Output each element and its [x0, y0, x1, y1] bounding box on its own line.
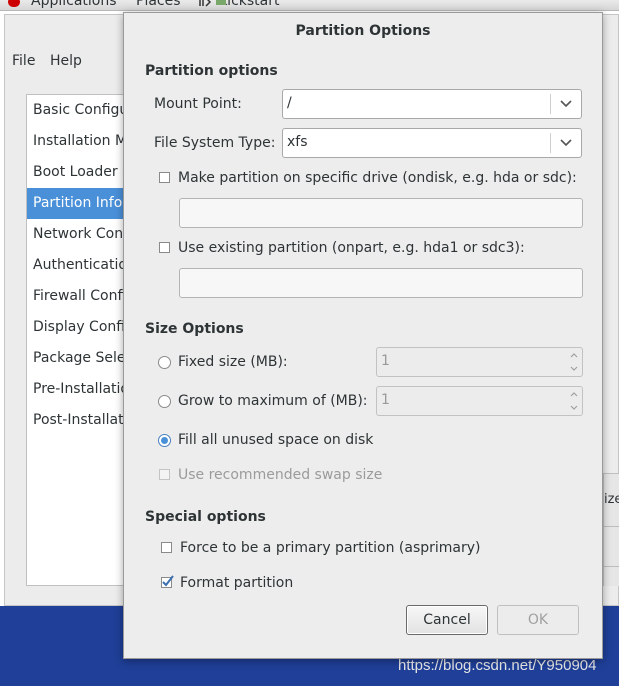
sidebar-item-installation-method[interactable]: Installation Method: [27, 126, 135, 157]
cancel-button[interactable]: Cancel: [406, 605, 488, 635]
recommended-swap-label: Use recommended swap size: [178, 467, 383, 483]
checkmark-icon: [162, 575, 174, 587]
fixed-size-spinner[interactable]: 1: [376, 347, 583, 377]
grow-max-radio[interactable]: [158, 395, 171, 408]
watermark: https://blog.csdn.net/Y950904: [398, 657, 597, 674]
sidebar-item-partition-information[interactable]: Partition Information: [27, 188, 135, 219]
chevron-down-icon[interactable]: [551, 90, 581, 118]
sidebar-list: Basic Configuration Installation Method …: [26, 94, 136, 586]
applications-menu[interactable]: Applications: [31, 0, 117, 9]
partition-options-heading: Partition options: [145, 63, 278, 79]
file-system-type-label: File System Type:: [154, 135, 276, 151]
sidebar-item-basic-configuration[interactable]: Basic Configuration: [27, 95, 135, 126]
ok-button[interactable]: OK: [497, 605, 579, 635]
fill-all-radio[interactable]: [158, 434, 171, 447]
sidebar-item-network-configuration[interactable]: Network Configuration: [27, 219, 135, 250]
recommended-swap-checkbox[interactable]: [159, 469, 170, 480]
grow-max-spinner[interactable]: 1: [376, 386, 583, 416]
sidebar-item-package-selection[interactable]: Package Selection: [27, 343, 135, 374]
special-options-heading: Special options: [145, 509, 266, 525]
places-menu[interactable]: Places: [136, 0, 181, 9]
top-panel: Applications Places Kickstart: [0, 0, 619, 11]
file-system-type-value[interactable]: xfs: [287, 134, 308, 150]
spin-down-icon[interactable]: [569, 364, 578, 373]
divider: [604, 566, 619, 567]
file-menu[interactable]: File: [12, 53, 35, 69]
format-partition-label: Format partition: [180, 575, 294, 591]
partition-table-edge: ize: [603, 473, 619, 586]
sidebar-item-firewall-configuration[interactable]: Firewall Configuration: [27, 281, 135, 312]
file-system-type-combo[interactable]: xfs: [282, 128, 582, 158]
format-partition-checkbox[interactable]: [161, 575, 174, 588]
size-column-header: ize: [604, 492, 619, 507]
mount-point-label: Mount Point:: [154, 96, 242, 112]
ondisk-field[interactable]: [179, 198, 583, 228]
ondisk-checkbox[interactable]: [159, 172, 170, 183]
fixed-size-radio[interactable]: [158, 356, 171, 369]
help-menu[interactable]: Help: [50, 53, 82, 69]
grow-max-value[interactable]: 1: [381, 392, 390, 408]
fill-all-label: Fill all unused space on disk: [178, 432, 374, 448]
primary-partition-checkbox[interactable]: [161, 542, 172, 553]
grow-max-label: Grow to maximum of (MB):: [178, 393, 368, 409]
sidebar-item-authentication[interactable]: Authentication: [27, 250, 135, 281]
onpart-label: Use existing partition (onpart, e.g. hda…: [178, 240, 525, 256]
sidebar-item-post-installation-script[interactable]: Post-Installation Script: [27, 405, 135, 436]
applications-icon: [8, 0, 20, 7]
spin-down-icon[interactable]: [569, 403, 578, 412]
mount-point-combo[interactable]: /: [282, 89, 582, 119]
primary-partition-label: Force to be a primary partition (asprima…: [180, 540, 481, 556]
kickstart-icon: [199, 0, 226, 7]
sidebar-item-display-configuration[interactable]: Display Configuration: [27, 312, 135, 343]
onpart-field[interactable]: [179, 268, 583, 298]
sidebar-item-boot-loader-options[interactable]: Boot Loader Options: [27, 157, 135, 188]
fixed-size-value[interactable]: 1: [381, 353, 390, 369]
mount-point-value[interactable]: /: [287, 95, 292, 111]
onpart-checkbox[interactable]: [159, 242, 170, 253]
partition-options-dialog: Partition Options Partition options Moun…: [123, 12, 603, 659]
divider: [604, 526, 619, 527]
ondisk-label: Make partition on specific drive (ondisk…: [178, 170, 577, 186]
chevron-down-icon[interactable]: [551, 129, 581, 157]
size-options-heading: Size Options: [145, 321, 244, 337]
sidebar-item-pre-installation-script[interactable]: Pre-Installation Script: [27, 374, 135, 405]
spin-up-icon[interactable]: [569, 390, 578, 399]
fixed-size-label: Fixed size (MB):: [178, 354, 288, 370]
dialog-title: Partition Options: [295, 23, 431, 39]
spin-up-icon[interactable]: [569, 351, 578, 360]
